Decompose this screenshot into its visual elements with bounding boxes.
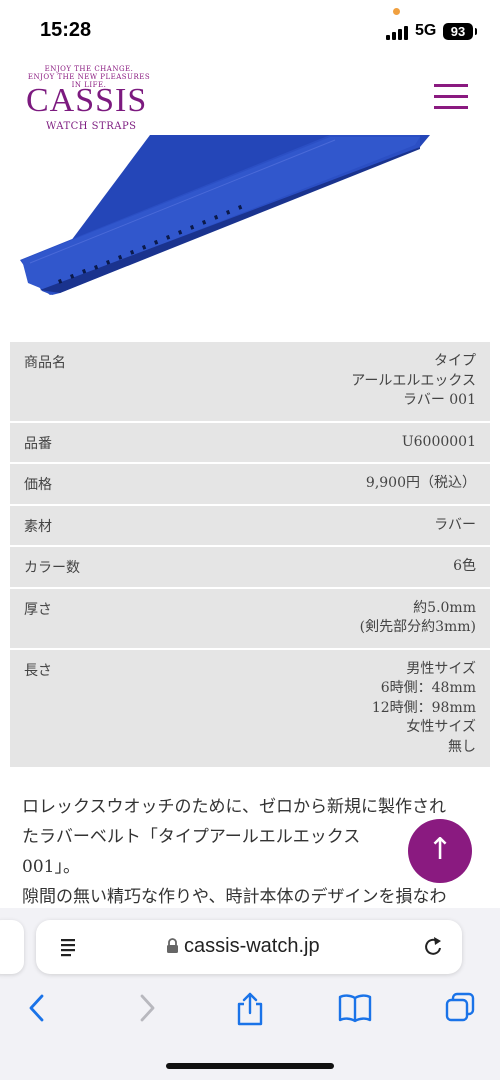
spec-value-line: 男性サイズ (406, 660, 476, 677)
spec-row-price: 価格 9,900円（税込） (10, 464, 490, 504)
spec-row-color-count: カラー数 6色 (10, 547, 490, 587)
spec-table: 商品名 タイプ アールエルエックス ラバー 001 品番 U6000001 価格… (10, 342, 490, 769)
home-indicator (166, 1063, 334, 1069)
spec-label: 価格 (24, 477, 52, 493)
bookmarks-icon[interactable] (338, 992, 372, 1024)
spec-value-line: 6色 (453, 558, 476, 574)
spec-value-line: タイプ (434, 353, 476, 369)
battery-icon: 93 (443, 23, 477, 40)
reader-mode-icon[interactable] (58, 937, 80, 959)
spec-value-line: 女性サイズ (406, 719, 476, 735)
network-type: 5G (415, 22, 437, 39)
spec-label: カラー数 (24, 560, 80, 576)
scroll-to-top-button[interactable]: ↑ (408, 819, 472, 883)
previous-tab-preview[interactable] (0, 920, 24, 974)
lock-icon (167, 938, 178, 953)
privacy-indicator-dot (393, 8, 400, 15)
spec-value-line: ラバー (434, 516, 476, 533)
spec-value: 男性サイズ 6時側：48mm 12時側：98mm 女性サイズ 無し (10, 650, 490, 768)
spec-value: 9,900円（税込） (10, 464, 490, 504)
status-time: 15:28 (40, 19, 92, 41)
spec-row-product-name: 商品名 タイプ アールエルエックス ラバー 001 (10, 342, 490, 421)
site-header: ENJOY THE CHANGE. ENJOY THE NEW PLEASURE… (0, 60, 500, 135)
description-line: ロレックスウオッチのために、ゼロから新規に製作され (22, 797, 446, 817)
spec-row-material: 素材 ラバー (10, 505, 490, 546)
status-bar: 15:28 5G 93 (0, 0, 500, 60)
site-logo[interactable]: CASSIS (26, 82, 147, 120)
spec-value-line: U6000001 (401, 433, 476, 450)
spec-value-line: アールエルエックス (351, 372, 476, 389)
product-image (20, 135, 430, 295)
spec-value: ラバー (10, 506, 490, 546)
spec-label: 厚さ (24, 601, 52, 618)
spec-value: U6000001 (10, 423, 490, 463)
forward-icon[interactable] (134, 992, 158, 1024)
spec-value: 約5.0mm (剣先部分約3mm) (10, 589, 490, 648)
spec-row-length: 長さ 男性サイズ 6時側：48mm 12時側：98mm 女性サイズ 無し (10, 649, 490, 768)
share-icon[interactable] (234, 992, 266, 1026)
spec-value-line: ラバー 001 (402, 392, 476, 408)
url-text[interactable]: cassis-watch.jp (184, 935, 320, 958)
spec-label: 品番 (24, 435, 52, 452)
spec-label: 商品名 (24, 355, 66, 371)
spec-label: 素材 (24, 518, 52, 535)
spec-row-product-code: 品番 U6000001 (10, 422, 490, 463)
spec-value-line: 無し (448, 738, 476, 755)
spec-label: 長さ (24, 662, 52, 679)
reload-icon[interactable] (422, 935, 444, 959)
logo-subtitle: WATCH STRAPS (46, 121, 137, 132)
spec-value-line: 6時側：48mm (380, 680, 476, 696)
spec-row-thickness: 厚さ 約5.0mm (剣先部分約3mm) (10, 588, 490, 648)
logo-tagline: ENJOY THE CHANGE. (44, 65, 134, 73)
spec-value-line: 約5.0mm (413, 599, 476, 616)
back-icon[interactable] (26, 992, 50, 1024)
spec-value-line: (剣先部分約3mm) (359, 619, 476, 635)
spec-value: タイプ アールエルエックス ラバー 001 (10, 342, 490, 421)
hamburger-menu-icon[interactable] (434, 84, 468, 110)
tabs-icon[interactable] (444, 992, 476, 1024)
spec-value: 6色 (10, 547, 490, 587)
spec-value-line: 9,900円（税込） (365, 475, 476, 491)
signal-icon (386, 24, 410, 40)
spec-value-line: 12時側：98mm (371, 699, 476, 716)
address-bar[interactable]: cassis-watch.jp (36, 920, 462, 974)
